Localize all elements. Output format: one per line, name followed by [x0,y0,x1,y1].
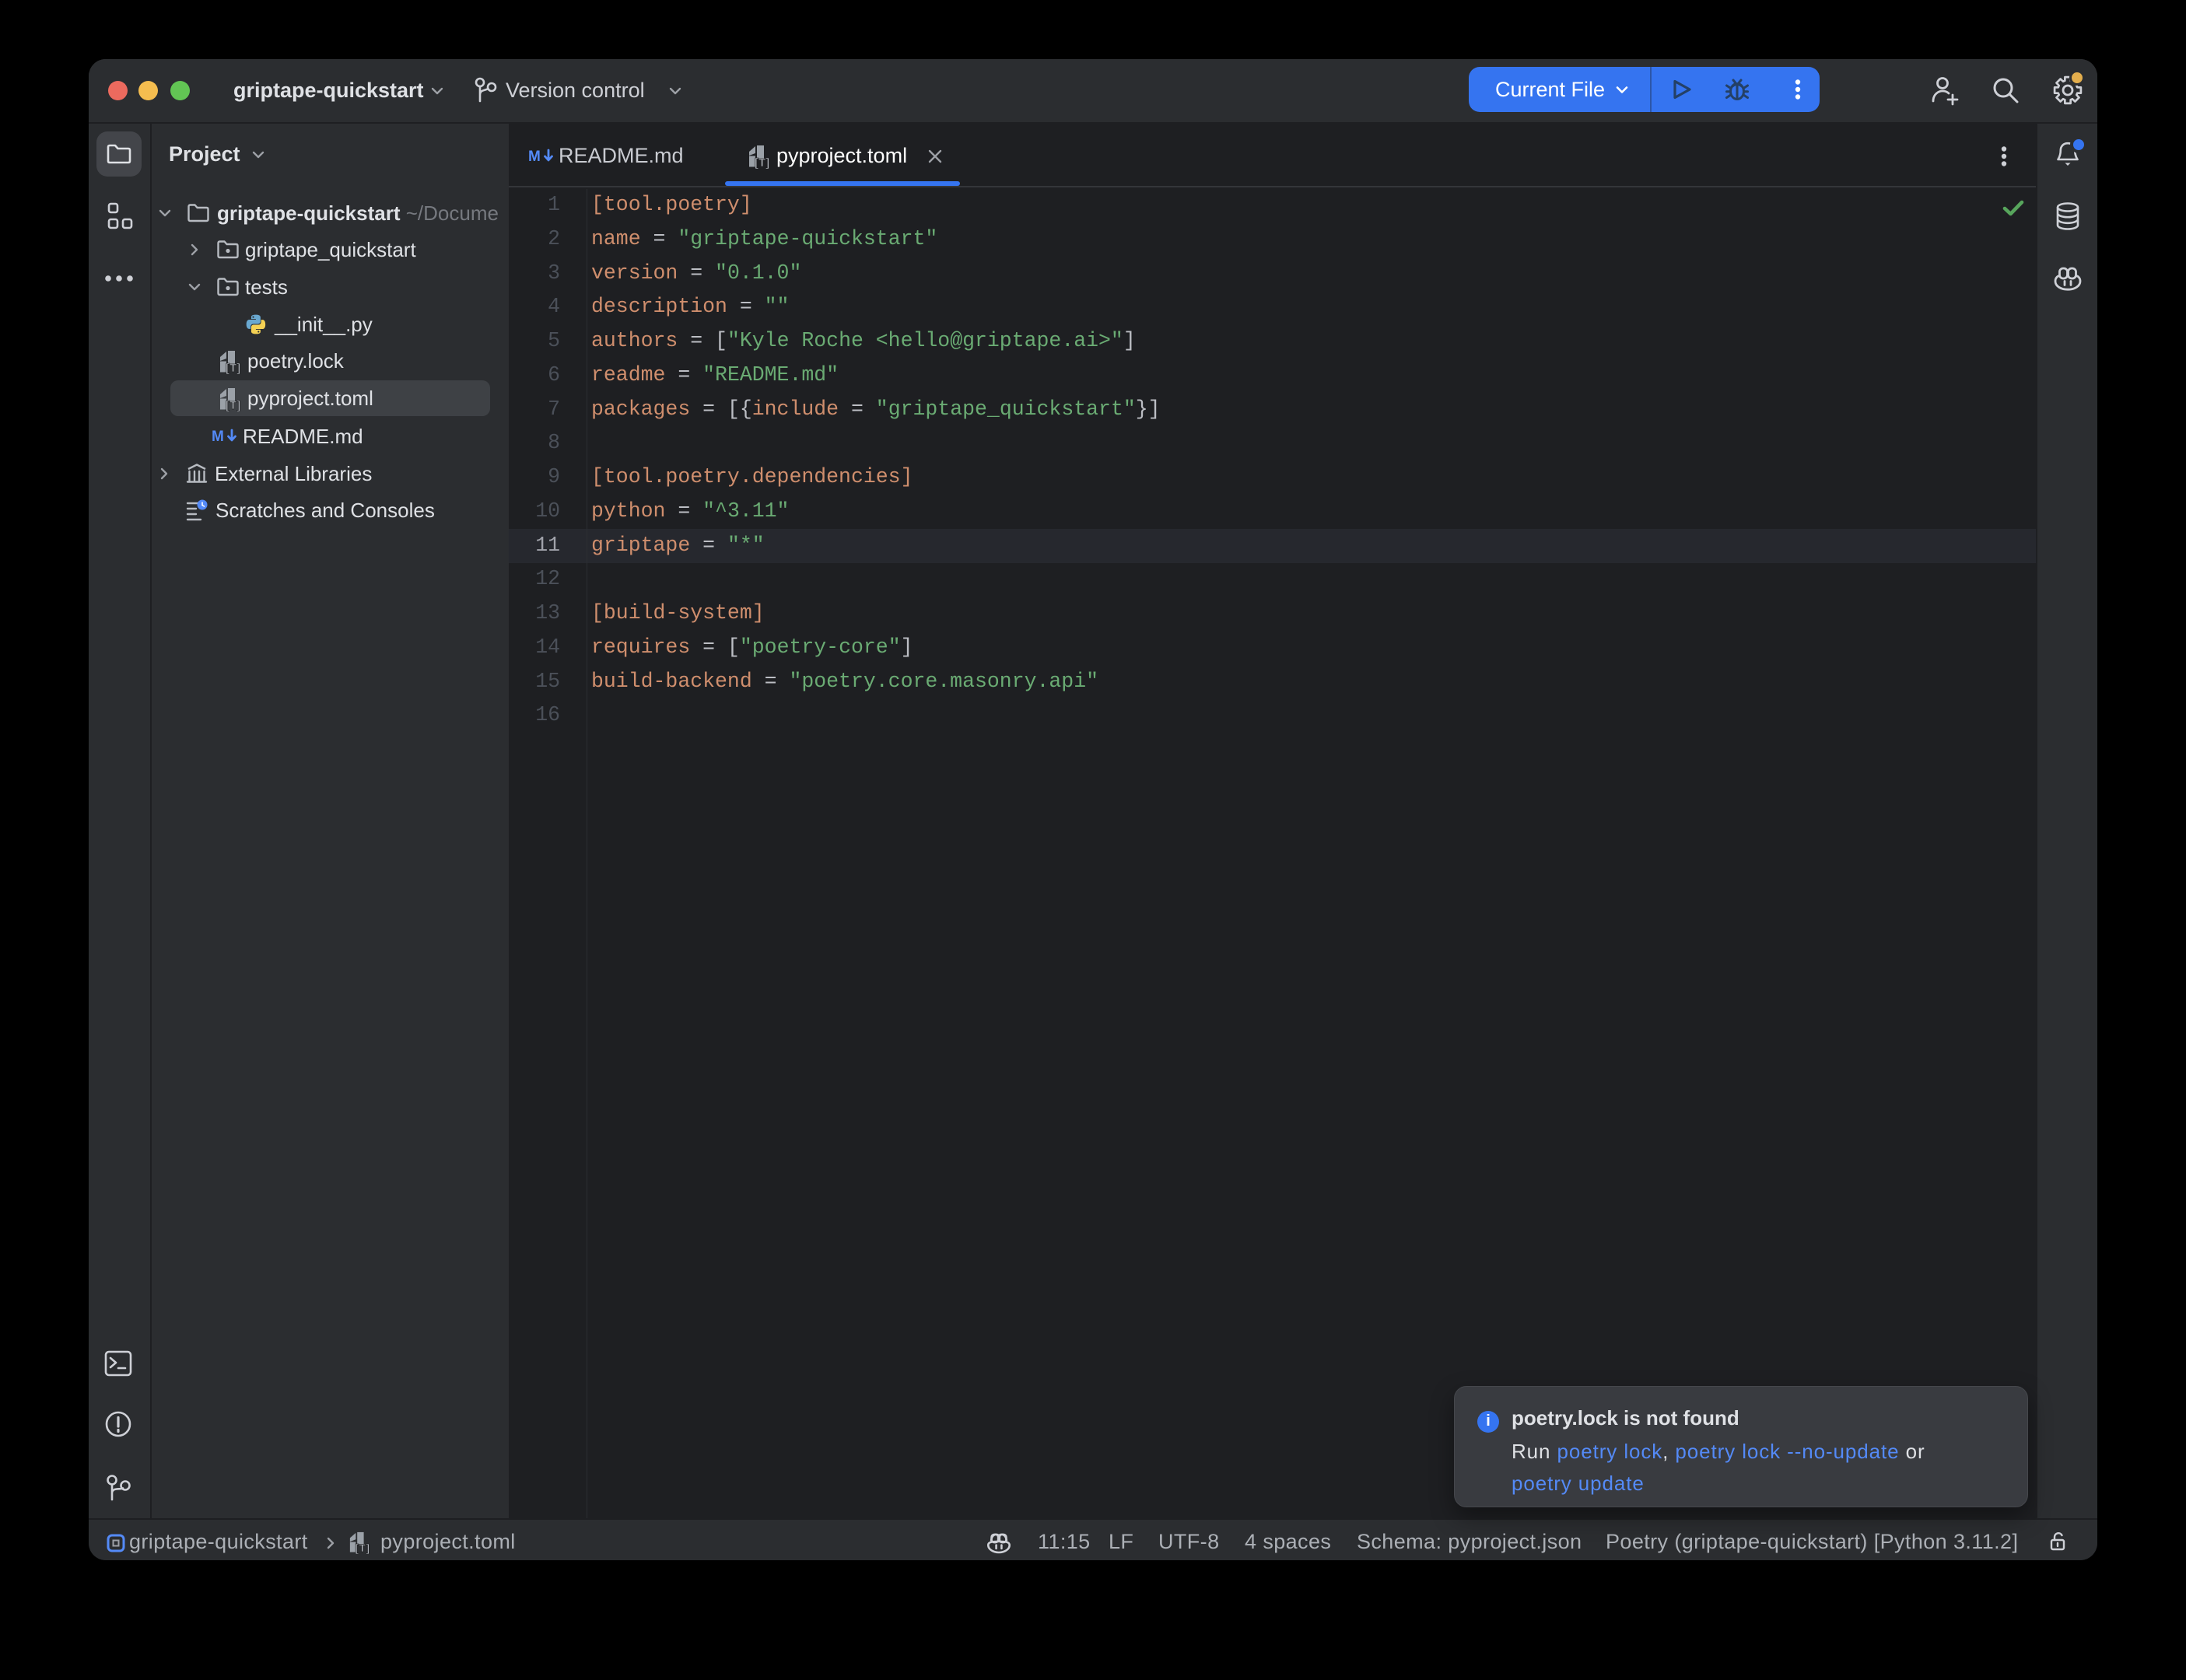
svg-text:M: M [528,149,541,165]
svg-text:[T]: [T] [755,156,769,169]
svg-text:[T]: [T] [226,362,240,374]
svg-text:[T]: [T] [226,399,240,411]
svg-text:[T]: [T] [355,1542,370,1554]
svg-text:M: M [212,429,224,445]
